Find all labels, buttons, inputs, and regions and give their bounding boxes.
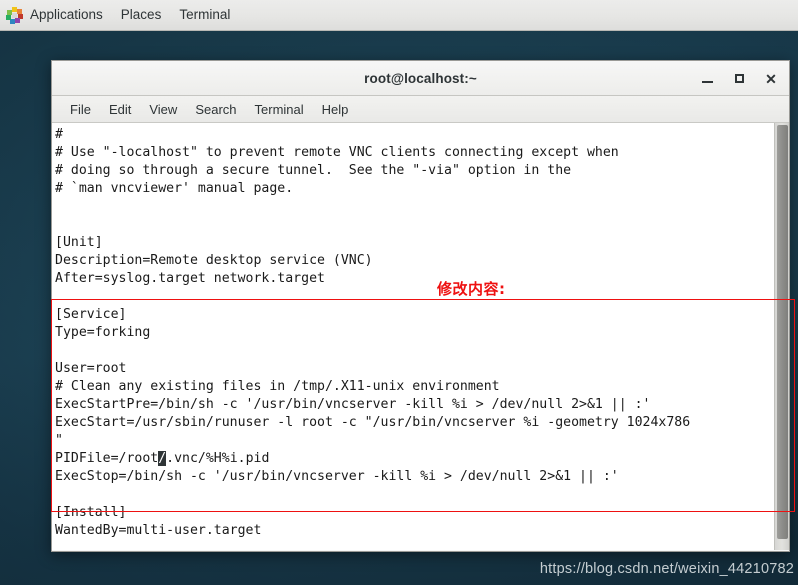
menu-item-help[interactable]: Help bbox=[313, 100, 358, 119]
terminal-lines: # # Use "-localhost" to prevent remote VN… bbox=[55, 126, 767, 540]
top-panel: Applications Places Terminal bbox=[0, 0, 798, 31]
terminal-line: [Service] bbox=[55, 307, 127, 322]
menu-item-view-label: View bbox=[149, 101, 178, 117]
terminal-line: ExecStop=/bin/sh -c '/usr/bin/vncserver … bbox=[55, 469, 619, 484]
window-titlebar[interactable]: root@localhost:~ ✕ bbox=[52, 61, 789, 96]
panel-item-places[interactable]: Places bbox=[112, 4, 171, 26]
terminal-text-area[interactable]: # # Use "-localhost" to prevent remote VN… bbox=[52, 123, 789, 550]
terminal-window: root@localhost:~ ✕ File Edit View Search… bbox=[51, 60, 790, 552]
terminal-line: # Clean any existing files in /tmp/.X11-… bbox=[55, 379, 500, 394]
menu-item-help-label: Help bbox=[321, 101, 349, 117]
minimize-button[interactable] bbox=[697, 69, 717, 89]
terminal-line: # bbox=[55, 127, 63, 142]
window-title: root@localhost:~ bbox=[364, 70, 477, 86]
maximize-icon bbox=[734, 74, 744, 83]
maximize-button[interactable] bbox=[729, 69, 749, 89]
menu-item-terminal-label: Terminal bbox=[254, 101, 304, 117]
annotation-label: 修改内容: bbox=[437, 280, 506, 298]
menubar: File Edit View Search Terminal Help bbox=[52, 96, 789, 123]
window-buttons: ✕ bbox=[697, 61, 781, 96]
text-cursor: / bbox=[158, 451, 167, 466]
panel-item-applications[interactable]: Applications bbox=[0, 3, 112, 28]
minimize-icon bbox=[701, 81, 713, 83]
panel-item-terminal[interactable]: Terminal bbox=[170, 4, 239, 26]
menu-item-edit[interactable]: Edit bbox=[100, 100, 140, 119]
terminal-line: # `man vncviewer' manual page. bbox=[55, 181, 294, 196]
terminal-line: " bbox=[55, 433, 63, 448]
terminal-line: ExecStartPre=/bin/sh -c '/usr/bin/vncser… bbox=[55, 397, 651, 412]
terminal-line: ExecStart=/usr/sbin/runuser -l root -c "… bbox=[55, 415, 691, 430]
terminal-line: Type=forking bbox=[55, 325, 151, 340]
panel-item-places-label: Places bbox=[120, 7, 162, 23]
terminal-line: [Unit] bbox=[55, 235, 103, 250]
panel-item-terminal-label: Terminal bbox=[179, 7, 231, 23]
terminal-line: WantedBy=multi-user.target bbox=[55, 523, 262, 538]
applications-pinwheel-icon bbox=[6, 6, 23, 24]
menu-item-edit-label: Edit bbox=[108, 101, 132, 117]
terminal-line: [Install] bbox=[55, 505, 127, 520]
panel-item-applications-label: Applications bbox=[30, 7, 103, 23]
menu-item-file[interactable]: File bbox=[61, 100, 100, 119]
close-icon: ✕ bbox=[765, 70, 777, 87]
watermark: https://blog.csdn.net/weixin_44210782 bbox=[539, 561, 794, 577]
menu-item-view[interactable]: View bbox=[140, 100, 186, 119]
terminal-line: # doing so through a secure tunnel. See … bbox=[55, 163, 572, 178]
menu-item-search-label: Search bbox=[195, 101, 237, 117]
terminal-line: User=root bbox=[55, 361, 127, 376]
terminal-scrollbar-thumb[interactable] bbox=[777, 125, 788, 540]
close-button[interactable]: ✕ bbox=[761, 69, 781, 89]
terminal-line: PIDFile=/root/.vnc/%H%i.pid bbox=[55, 451, 270, 466]
terminal-line: # Use "-localhost" to prevent remote VNC… bbox=[55, 145, 619, 160]
terminal-line: Description=Remote desktop service (VNC) bbox=[55, 253, 373, 268]
terminal-scrollbar[interactable] bbox=[774, 123, 789, 550]
menu-item-search[interactable]: Search bbox=[186, 100, 245, 119]
menu-item-file-label: File bbox=[70, 101, 91, 117]
menu-item-terminal[interactable]: Terminal bbox=[246, 100, 313, 119]
terminal-line: After=syslog.target network.target bbox=[55, 271, 325, 286]
